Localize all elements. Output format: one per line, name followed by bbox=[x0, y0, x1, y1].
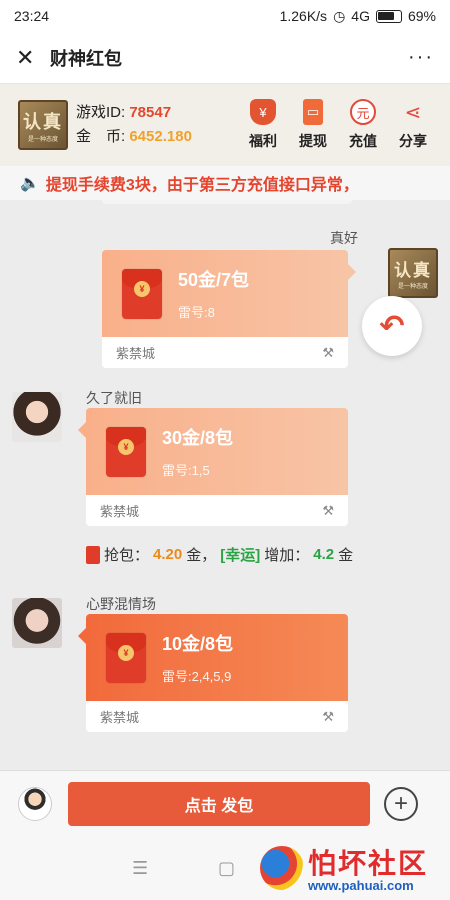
money-bag-icon: ¥ bbox=[250, 99, 276, 125]
network-speed: 1.26K/s bbox=[279, 8, 328, 24]
status-bar: 23:24 1.26K/s ◷ 4G 69% bbox=[0, 0, 450, 32]
send-packet-button[interactable]: 点击 发包 bbox=[68, 781, 370, 826]
avatar[interactable] bbox=[12, 392, 62, 442]
watermark-logo-icon bbox=[260, 846, 304, 890]
red-envelope-icon: ¥ bbox=[106, 426, 146, 477]
grab-result: 抢包： 4.20 金， [幸运] 增加： 4.2 金 bbox=[86, 544, 353, 565]
sender-name: 久了就旧 bbox=[86, 390, 142, 406]
sender-name: 真好 bbox=[330, 230, 358, 246]
account-ids: 游戏ID: 78547 金 币: 6452.180 bbox=[76, 101, 192, 149]
coin-row: 金 币: 6452.180 bbox=[76, 125, 192, 149]
packet-amount: 10金/8包 bbox=[162, 634, 234, 654]
plus-button[interactable]: + bbox=[384, 786, 418, 821]
bonus-amount: 4.2 bbox=[313, 546, 335, 563]
grab-amount: 4.20 bbox=[153, 546, 183, 563]
title-bar: ✕ 财神红包 ··· bbox=[0, 32, 450, 84]
game-id-row: 游戏ID: 78547 bbox=[76, 101, 192, 125]
coin-label: 金 币: bbox=[76, 128, 126, 145]
packet-mines: 雷号:8 bbox=[178, 305, 215, 320]
account-actions: ¥ 福利 ▭ 提现 元 充值 ⋖ 分享 bbox=[244, 99, 432, 151]
lucky-tag: [幸运] bbox=[220, 547, 261, 564]
packet-room: 紫禁城 bbox=[100, 504, 140, 519]
notice-marquee: 🔈 提现手续费3块，由于第三方充值接口异常， bbox=[0, 166, 450, 200]
avatar[interactable]: 认真 是一种态度 bbox=[388, 248, 438, 298]
sender-name: 心野混情场 bbox=[86, 596, 156, 612]
packet-amount: 30金/8包 bbox=[162, 428, 234, 448]
coin-balance: 6452.180 bbox=[129, 128, 192, 145]
previous-message-edge bbox=[102, 200, 352, 204]
customer-service-icon[interactable] bbox=[18, 786, 52, 821]
watermark-url: www.pahuai.com bbox=[308, 878, 414, 893]
packet-room: 紫禁城 bbox=[100, 710, 140, 725]
battery-icon bbox=[375, 9, 402, 23]
system-nav-bar: ☰ ▢ 怕坏社区 www.pahuai.com bbox=[0, 836, 450, 900]
red-packet-icon bbox=[86, 545, 100, 564]
clock: 23:24 bbox=[14, 8, 50, 24]
notice-text: 提现手续费3块，由于第三方充值接口异常， bbox=[45, 177, 359, 194]
speaker-icon: 🔈 bbox=[20, 175, 40, 192]
bottom-action-bar: 点击 发包 + bbox=[0, 770, 450, 836]
status-indicators: 1.26K/s ◷ 4G 69% bbox=[280, 8, 436, 25]
withdraw-icon: ▭ bbox=[303, 99, 323, 125]
share-button[interactable]: ⋖ 分享 bbox=[394, 99, 432, 151]
watermark: 怕坏社区 www.pahuai.com bbox=[260, 842, 440, 896]
welfare-button[interactable]: ¥ 福利 bbox=[244, 99, 282, 151]
packet-mines: 雷号:2,4,5,9 bbox=[162, 669, 232, 684]
page-title: 财神红包 bbox=[50, 48, 122, 69]
battery-percent: 69% bbox=[407, 8, 436, 24]
account-info-panel: 认真 是一种态度 游戏ID: 78547 金 币: 6452.180 ¥ 福利 … bbox=[0, 84, 450, 166]
packet-amount: 50金/7包 bbox=[178, 270, 250, 290]
share-icon: ⋖ bbox=[404, 101, 422, 124]
watermark-title: 怕坏社区 bbox=[308, 848, 429, 879]
withdraw-button[interactable]: ▭ 提现 bbox=[294, 99, 332, 151]
tools-icon: ⚒ bbox=[322, 502, 334, 518]
home-icon[interactable]: ▢ bbox=[218, 858, 235, 879]
tools-icon: ⚒ bbox=[322, 708, 334, 724]
game-id-label: 游戏ID: bbox=[76, 104, 126, 121]
red-envelope-icon: ¥ bbox=[122, 268, 162, 319]
packet-room: 紫禁城 bbox=[116, 346, 156, 361]
game-id-value: 78547 bbox=[129, 104, 172, 121]
red-packet-message[interactable]: ¥ 10金/8包 雷号:2,4,5,9 紫禁城 ⚒ bbox=[78, 614, 348, 732]
more-menu-icon[interactable]: ··· bbox=[408, 46, 434, 69]
back-arrow-button[interactable]: ↶ bbox=[362, 296, 422, 356]
tools-icon: ⚒ bbox=[322, 344, 334, 360]
close-icon[interactable]: ✕ bbox=[16, 45, 40, 71]
game-logo: 认真 是一种态度 bbox=[18, 100, 68, 150]
packet-mines: 雷号:1,5 bbox=[162, 463, 210, 478]
red-packet-message[interactable]: ¥ 30金/8包 雷号:1,5 紫禁城 ⚒ bbox=[78, 408, 348, 526]
recharge-button[interactable]: 元 充值 bbox=[344, 99, 382, 151]
signal-label: 4G bbox=[351, 8, 370, 24]
chat-area[interactable]: 真好 认真 是一种态度 ¥ 50金/7包 雷号:8 紫禁城 ⚒ ↶ 久了就旧 ¥… bbox=[0, 200, 450, 770]
red-packet-message[interactable]: ¥ 50金/7包 雷号:8 紫禁城 ⚒ bbox=[102, 250, 356, 368]
menu-icon[interactable]: ☰ bbox=[132, 858, 148, 879]
alarm-icon: ◷ bbox=[333, 7, 346, 24]
red-envelope-icon: ¥ bbox=[106, 632, 146, 683]
recharge-icon: 元 bbox=[350, 99, 376, 125]
avatar[interactable] bbox=[12, 598, 62, 648]
